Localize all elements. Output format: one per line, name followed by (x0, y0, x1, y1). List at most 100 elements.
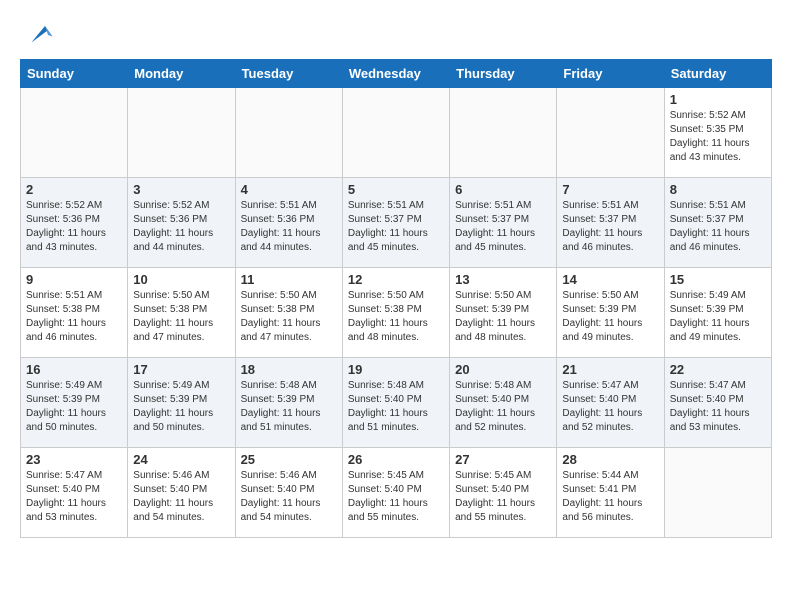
day-number: 25 (241, 452, 337, 467)
week-row-2: 2 Sunrise: 5:52 AM Sunset: 5:36 PM Daylig… (21, 178, 772, 268)
day-info: Sunrise: 5:46 AM Sunset: 5:40 PM Dayligh… (241, 469, 337, 525)
day-number: 1 (670, 92, 766, 107)
day-number: 28 (562, 452, 658, 467)
day-number: 14 (562, 272, 658, 287)
day-number: 17 (133, 362, 229, 377)
day-cell: 13 Sunrise: 5:50 AM Sunset: 5:39 PM Dayli… (450, 268, 557, 358)
day-cell: 9 Sunrise: 5:51 AM Sunset: 5:38 PM Daylig… (21, 268, 128, 358)
day-cell (21, 88, 128, 178)
day-cell: 7 Sunrise: 5:51 AM Sunset: 5:37 PM Daylig… (557, 178, 664, 268)
header-friday: Friday (557, 60, 664, 88)
header-wednesday: Wednesday (342, 60, 449, 88)
day-number: 8 (670, 182, 766, 197)
week-row-1: 1 Sunrise: 5:52 AM Sunset: 5:35 PM Daylig… (21, 88, 772, 178)
header-saturday: Saturday (664, 60, 771, 88)
day-number: 10 (133, 272, 229, 287)
day-number: 5 (348, 182, 444, 197)
day-cell: 8 Sunrise: 5:51 AM Sunset: 5:37 PM Daylig… (664, 178, 771, 268)
day-info: Sunrise: 5:45 AM Sunset: 5:40 PM Dayligh… (455, 469, 551, 525)
day-info: Sunrise: 5:49 AM Sunset: 5:39 PM Dayligh… (670, 289, 766, 345)
day-number: 15 (670, 272, 766, 287)
day-cell: 10 Sunrise: 5:50 AM Sunset: 5:38 PM Dayli… (128, 268, 235, 358)
day-number: 26 (348, 452, 444, 467)
day-cell (342, 88, 449, 178)
day-info: Sunrise: 5:51 AM Sunset: 5:37 PM Dayligh… (562, 199, 658, 255)
day-info: Sunrise: 5:50 AM Sunset: 5:39 PM Dayligh… (455, 289, 551, 345)
day-number: 18 (241, 362, 337, 377)
day-cell: 15 Sunrise: 5:49 AM Sunset: 5:39 PM Dayli… (664, 268, 771, 358)
logo (20, 20, 54, 49)
day-number: 3 (133, 182, 229, 197)
day-info: Sunrise: 5:47 AM Sunset: 5:40 PM Dayligh… (562, 379, 658, 435)
day-cell: 20Sunrise: 5:48 AM Sunset: 5:40 PM Dayli… (450, 358, 557, 448)
day-info: Sunrise: 5:47 AM Sunset: 5:40 PM Dayligh… (670, 379, 766, 435)
day-number: 22 (670, 362, 766, 377)
day-number: 12 (348, 272, 444, 287)
day-info: Sunrise: 5:50 AM Sunset: 5:39 PM Dayligh… (562, 289, 658, 345)
day-info: Sunrise: 5:50 AM Sunset: 5:38 PM Dayligh… (133, 289, 229, 345)
day-number: 21 (562, 362, 658, 377)
day-info: Sunrise: 5:52 AM Sunset: 5:35 PM Dayligh… (670, 109, 766, 165)
day-number: 6 (455, 182, 551, 197)
week-row-3: 9 Sunrise: 5:51 AM Sunset: 5:38 PM Daylig… (21, 268, 772, 358)
day-cell (664, 448, 771, 538)
day-cell: 24 Sunrise: 5:46 AM Sunset: 5:40 PM Dayli… (128, 448, 235, 538)
day-number: 24 (133, 452, 229, 467)
day-info: Sunrise: 5:51 AM Sunset: 5:37 PM Dayligh… (348, 199, 444, 255)
day-number: 9 (26, 272, 122, 287)
day-cell: 23 Sunrise: 5:47 AM Sunset: 5:40 PM Dayli… (21, 448, 128, 538)
day-info: Sunrise: 5:49 AM Sunset: 5:39 PM Dayligh… (133, 379, 229, 435)
day-number: 16 (26, 362, 122, 377)
day-info: Sunrise: 5:51 AM Sunset: 5:37 PM Dayligh… (455, 199, 551, 255)
day-cell: 25 Sunrise: 5:46 AM Sunset: 5:40 PM Dayli… (235, 448, 342, 538)
day-cell (128, 88, 235, 178)
day-info: Sunrise: 5:44 AM Sunset: 5:41 PM Dayligh… (562, 469, 658, 525)
day-info: Sunrise: 5:52 AM Sunset: 5:36 PM Dayligh… (26, 199, 122, 255)
day-number: 23 (26, 452, 122, 467)
day-number: 19 (348, 362, 444, 377)
day-cell: 21 Sunrise: 5:47 AM Sunset: 5:40 PM Dayli… (557, 358, 664, 448)
day-info: Sunrise: 5:48 AM Sunset: 5:39 PM Dayligh… (241, 379, 337, 435)
logo-icon (24, 20, 54, 50)
day-info: Sunrise: 5:51 AM Sunset: 5:37 PM Dayligh… (670, 199, 766, 255)
day-cell: 17 Sunrise: 5:49 AM Sunset: 5:39 PM Dayli… (128, 358, 235, 448)
day-info: Sunrise: 5:45 AM Sunset: 5:40 PM Dayligh… (348, 469, 444, 525)
day-cell: 4Sunrise: 5:51 AM Sunset: 5:36 PM Daylig… (235, 178, 342, 268)
day-number: 11 (241, 272, 337, 287)
day-cell: 18 Sunrise: 5:48 AM Sunset: 5:39 PM Dayli… (235, 358, 342, 448)
day-cell: 19 Sunrise: 5:48 AM Sunset: 5:40 PM Dayli… (342, 358, 449, 448)
day-info: Sunrise: 5:48 AM Sunset: 5:40 PM Dayligh… (348, 379, 444, 435)
day-number: 4 (241, 182, 337, 197)
page-header (20, 20, 772, 49)
day-cell (235, 88, 342, 178)
day-number: 27 (455, 452, 551, 467)
logo-text (20, 20, 54, 55)
day-info: Sunrise: 5:49 AM Sunset: 5:39 PM Dayligh… (26, 379, 122, 435)
day-info: Sunrise: 5:46 AM Sunset: 5:40 PM Dayligh… (133, 469, 229, 525)
day-cell: 5 Sunrise: 5:51 AM Sunset: 5:37 PM Daylig… (342, 178, 449, 268)
week-row-4: 16 Sunrise: 5:49 AM Sunset: 5:39 PM Dayli… (21, 358, 772, 448)
day-cell: 12Sunrise: 5:50 AM Sunset: 5:38 PM Dayli… (342, 268, 449, 358)
day-cell: 11Sunrise: 5:50 AM Sunset: 5:38 PM Dayli… (235, 268, 342, 358)
day-cell (450, 88, 557, 178)
week-row-5: 23 Sunrise: 5:47 AM Sunset: 5:40 PM Dayli… (21, 448, 772, 538)
day-cell: 6 Sunrise: 5:51 AM Sunset: 5:37 PM Daylig… (450, 178, 557, 268)
day-info: Sunrise: 5:51 AM Sunset: 5:38 PM Dayligh… (26, 289, 122, 345)
day-cell (557, 88, 664, 178)
header-row: SundayMondayTuesdayWednesdayThursdayFrid… (21, 60, 772, 88)
day-cell: 28 Sunrise: 5:44 AM Sunset: 5:41 PM Dayli… (557, 448, 664, 538)
day-info: Sunrise: 5:52 AM Sunset: 5:36 PM Dayligh… (133, 199, 229, 255)
day-number: 20 (455, 362, 551, 377)
day-cell: 1 Sunrise: 5:52 AM Sunset: 5:35 PM Daylig… (664, 88, 771, 178)
day-number: 2 (26, 182, 122, 197)
day-number: 13 (455, 272, 551, 287)
header-monday: Monday (128, 60, 235, 88)
calendar-table: SundayMondayTuesdayWednesdayThursdayFrid… (20, 59, 772, 538)
day-info: Sunrise: 5:47 AM Sunset: 5:40 PM Dayligh… (26, 469, 122, 525)
day-cell: 16 Sunrise: 5:49 AM Sunset: 5:39 PM Dayli… (21, 358, 128, 448)
day-number: 7 (562, 182, 658, 197)
header-tuesday: Tuesday (235, 60, 342, 88)
header-sunday: Sunday (21, 60, 128, 88)
day-cell: 22 Sunrise: 5:47 AM Sunset: 5:40 PM Dayli… (664, 358, 771, 448)
day-cell: 27 Sunrise: 5:45 AM Sunset: 5:40 PM Dayli… (450, 448, 557, 538)
